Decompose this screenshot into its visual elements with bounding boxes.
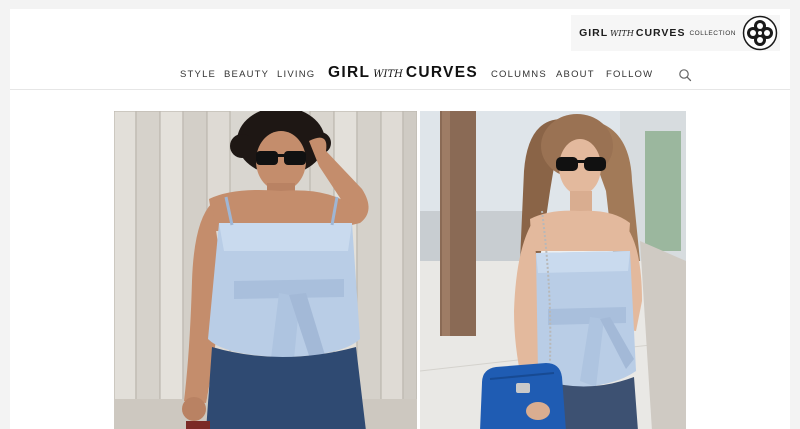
collection-brand: GIRL WITH CURVES <box>579 27 685 39</box>
logo-girl: GIRL <box>328 64 371 81</box>
collection-label: COLLECTION <box>689 29 736 37</box>
photo-right-image <box>420 111 686 429</box>
nav-item-columns[interactable]: COLUMNS <box>491 69 547 80</box>
page: GIRL WITH CURVES COLLECTION STYLE BEAUTY L… <box>10 9 790 429</box>
collection-brand-curves: CURVES <box>635 27 686 39</box>
logo-with: WITH <box>373 69 403 80</box>
main-nav: STYLE BEAUTY LIVING GIRL WITH CURVES COLUM… <box>10 64 790 86</box>
photo-woman-long-hair-blue-bag[interactable] <box>420 111 686 429</box>
logo-curves: CURVES <box>405 64 478 81</box>
site-logo[interactable]: GIRL WITH CURVES <box>328 64 478 82</box>
search-icon[interactable] <box>678 68 692 82</box>
quatrefoil-emblem-icon <box>742 15 778 51</box>
collection-brand-girl: GIRL <box>579 27 609 39</box>
nav-item-beauty[interactable]: BEAUTY <box>224 69 269 80</box>
collection-brand-with: WITH <box>610 29 634 38</box>
nav-item-living[interactable]: LIVING <box>277 69 315 80</box>
nav-item-follow[interactable]: FOLLOW <box>606 69 653 80</box>
collection-badge[interactable]: GIRL WITH CURVES COLLECTION <box>571 15 780 51</box>
photo-woman-curly-hair-sunglasses[interactable] <box>114 111 417 429</box>
photo-left-image <box>114 111 417 429</box>
nav-item-about[interactable]: ABOUT <box>556 69 595 80</box>
header-divider <box>10 89 790 90</box>
nav-item-style[interactable]: STYLE <box>180 69 216 80</box>
